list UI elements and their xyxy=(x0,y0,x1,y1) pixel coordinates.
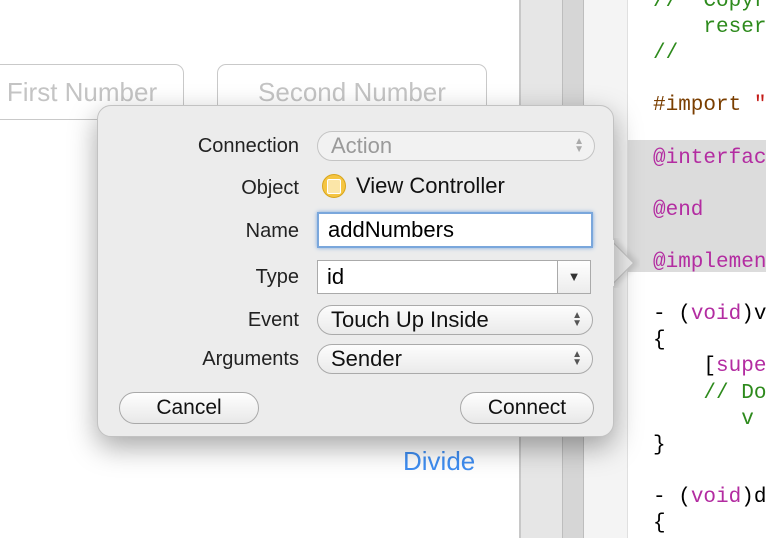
connect-button[interactable]: Connect xyxy=(460,392,594,424)
code-line: // Do xyxy=(653,381,766,405)
view-controller-icon xyxy=(322,174,346,198)
connection-value: Action xyxy=(331,133,393,158)
arguments-value: Sender xyxy=(331,346,402,371)
type-value: id xyxy=(327,264,345,289)
code-line: - (void)v xyxy=(653,303,766,327)
code-line: @interfac xyxy=(653,146,766,170)
popover-arrow-join xyxy=(604,240,614,286)
event-label: Event xyxy=(247,309,299,331)
code-line: v xyxy=(653,407,754,431)
arguments-popup[interactable]: Sender ▲ ▼ xyxy=(317,344,593,374)
object-value-text: View Controller xyxy=(356,173,505,198)
code-editor[interactable]: // Copyr reser// #import " @interfac @end @i… xyxy=(628,0,766,538)
code-line: } xyxy=(653,433,666,457)
object-label: Object xyxy=(241,177,299,199)
type-label: Type xyxy=(255,266,299,288)
updown-arrows-icon: ▲ ▼ xyxy=(572,349,582,368)
object-value: View Controller xyxy=(322,173,505,199)
code-line: #import " xyxy=(653,94,766,118)
connection-popover: Connection Action ▲ ▼ Object View Control… xyxy=(97,105,614,437)
code-line: { xyxy=(653,512,666,535)
divide-button[interactable]: Divide xyxy=(403,446,475,477)
updown-arrows-icon: ▲ ▼ xyxy=(574,136,584,155)
name-label: Name xyxy=(245,220,299,242)
code-line: { xyxy=(653,329,666,353)
event-popup[interactable]: Touch Up Inside ▲ ▼ xyxy=(317,305,593,335)
code-line: - (void)d xyxy=(653,485,766,509)
code-line: reser xyxy=(653,16,766,40)
code-line: // Copyr xyxy=(653,0,766,13)
code-line: @end xyxy=(653,198,704,222)
code-line: // xyxy=(653,42,679,66)
updown-arrows-icon: ▲ ▼ xyxy=(572,310,582,329)
connection-label: Connection xyxy=(197,135,299,157)
code-line: [supe xyxy=(653,355,766,379)
name-input[interactable]: addNumbers xyxy=(317,212,593,248)
arguments-label: Arguments xyxy=(202,348,299,370)
connection-popup[interactable]: Action ▲ ▼ xyxy=(317,131,595,161)
code-line: @implemen xyxy=(653,251,766,274)
cancel-button[interactable]: Cancel xyxy=(119,392,259,424)
event-value: Touch Up Inside xyxy=(331,307,489,332)
dropdown-arrow-icon[interactable]: ▼ xyxy=(557,261,590,293)
type-combo[interactable]: id ▼ xyxy=(317,260,591,294)
